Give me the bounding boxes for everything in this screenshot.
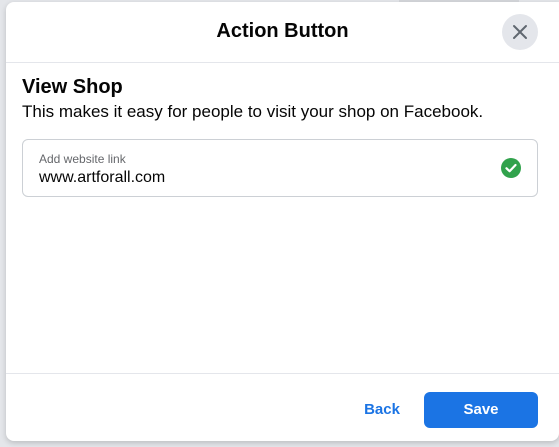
website-link-input[interactable]: www.artforall.com: [39, 169, 165, 187]
back-button[interactable]: Back: [356, 392, 408, 428]
check-circle-icon: [501, 158, 521, 178]
website-link-label: Add website link: [39, 152, 126, 166]
dialog-title: Action Button: [216, 20, 349, 42]
section-description: This makes it easy for people to visit y…: [22, 102, 484, 121]
close-button[interactable]: [502, 14, 538, 50]
dialog-footer: Back Save: [6, 373, 559, 442]
action-button-dialog: Action Button View Shop This makes it ea…: [6, 2, 559, 441]
close-icon: [513, 25, 527, 39]
website-link-field[interactable]: Add website link www.artforall.com: [22, 139, 538, 197]
dialog-header: Action Button: [6, 2, 559, 63]
section-title: View Shop: [22, 76, 123, 98]
save-button[interactable]: Save: [424, 392, 538, 428]
